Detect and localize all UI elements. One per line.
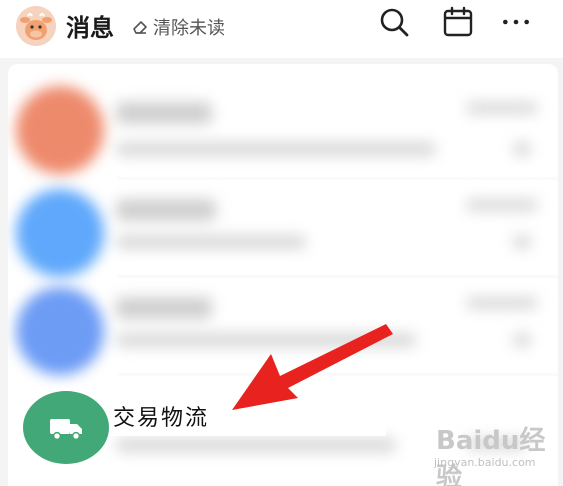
- cow-mascot-icon: [16, 6, 56, 46]
- avatar: [16, 189, 104, 277]
- logistics-label: 交易物流: [113, 406, 210, 431]
- truck-icon: [50, 418, 82, 440]
- clear-unread-button[interactable]: 清除未读: [131, 14, 225, 40]
- more-icon[interactable]: [500, 6, 532, 38]
- calendar-icon[interactable]: [442, 6, 474, 38]
- search-icon[interactable]: [378, 6, 410, 38]
- page-title: 消息: [66, 14, 114, 42]
- clear-unread-label: 清除未读: [153, 18, 225, 39]
- watermark: Baidu经验 jingyan.baidu.com: [430, 420, 560, 486]
- logistics-icon-badge: [23, 391, 109, 464]
- user-avatar[interactable]: [16, 6, 56, 46]
- header-bar: 消息 清除未读: [0, 0, 563, 58]
- avatar: [16, 86, 104, 174]
- list-item[interactable]: [8, 277, 558, 375]
- watermark-brand: Baidu经验: [436, 426, 546, 486]
- list-item[interactable]: [8, 76, 558, 174]
- divider: [118, 374, 558, 375]
- watermark-url: jingyan.baidu.com: [434, 456, 536, 469]
- eraser-icon: [133, 21, 147, 34]
- list-item[interactable]: [8, 179, 558, 277]
- avatar: [16, 287, 104, 375]
